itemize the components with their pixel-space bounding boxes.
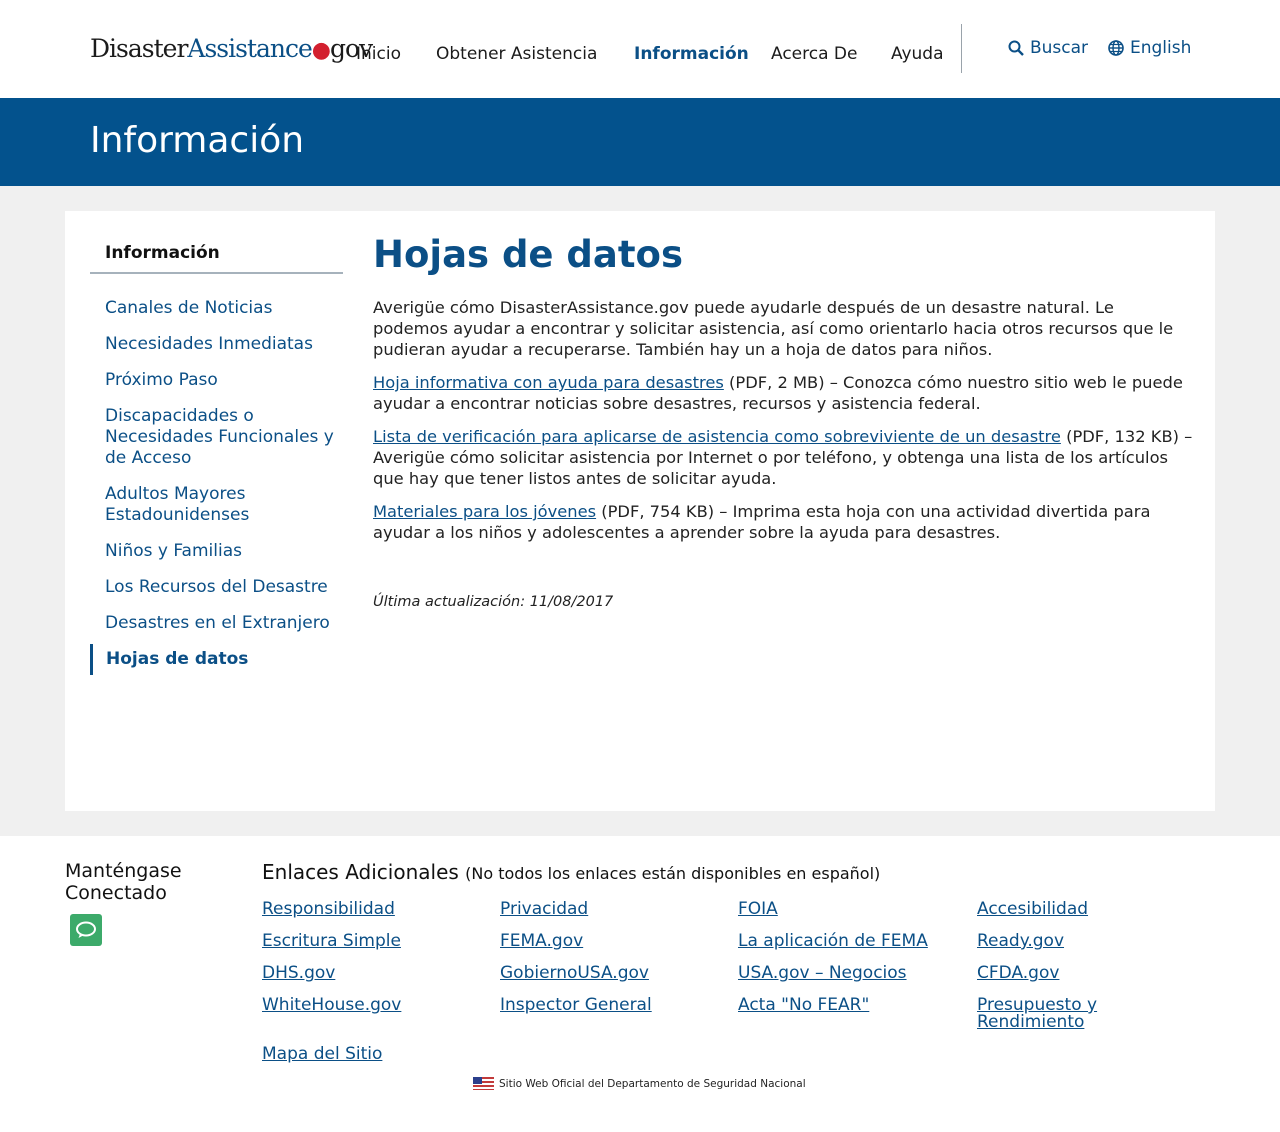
nav-informacion[interactable]: Información <box>634 44 749 64</box>
globe-icon <box>1108 40 1124 56</box>
search-button[interactable]: Buscar <box>1008 38 1088 58</box>
intro-paragraph: Averigüe cómo DisasterAssistance.gov pue… <box>373 298 1174 359</box>
footer-link-foia[interactable]: FOIA <box>738 901 938 918</box>
side-nav-item-proximo-paso[interactable]: Próximo Paso <box>105 370 335 391</box>
site-header: DisasterAssistance●gov Inicio Obtener As… <box>0 0 1280 98</box>
side-nav-item-desastres-extranjero[interactable]: Desastres en el Extranjero <box>105 613 335 634</box>
footer-link-fema-app[interactable]: La aplicación de FEMA <box>738 933 958 950</box>
side-nav-item-adultos-mayores[interactable]: Adultos Mayores Estadounidenses <box>105 484 335 526</box>
chat-button[interactable] <box>70 914 102 946</box>
footer-link-inspector-general[interactable]: Inspector General <box>500 997 700 1014</box>
youth-materials-link[interactable]: Materiales para los jóvenes <box>373 502 596 521</box>
footer-link-ready[interactable]: Ready.gov <box>977 933 1177 950</box>
nav-inicio[interactable]: Inicio <box>356 44 401 64</box>
footer-link-dhs[interactable]: DHS.gov <box>262 965 462 982</box>
youth-materials-item: Materiales para los jóvenes (PDF, 754 KB… <box>373 501 1193 543</box>
footer-link-privacidad[interactable]: Privacidad <box>500 901 700 918</box>
side-nav-item-discapacidades[interactable]: Discapacidades o Necesidades Funcionales… <box>105 406 335 469</box>
footer-link-whitehouse[interactable]: WhiteHouse.gov <box>262 997 462 1014</box>
fact-sheet-item: Hoja informativa con ayuda para desastre… <box>373 372 1193 414</box>
footer-link-usa-negocios[interactable]: USA.gov – Negocios <box>738 965 958 982</box>
footer-link-cfda[interactable]: CFDA.gov <box>977 965 1177 982</box>
checklist-item: Lista de verificación para aplicarse de … <box>373 426 1193 489</box>
side-nav-item-recursos-del-desastre[interactable]: Los Recursos del Desastre <box>105 577 335 598</box>
language-label: English <box>1130 38 1192 58</box>
side-nav-item-necesidades-inmediatas[interactable]: Necesidades Inmediatas <box>105 334 335 355</box>
nav-ayuda[interactable]: Ayuda <box>891 44 944 64</box>
side-nav-item-hojas-de-datos[interactable]: Hojas de datos <box>90 644 320 675</box>
nav-divider <box>961 24 962 73</box>
language-toggle[interactable]: English <box>1108 38 1191 58</box>
chat-bubble-icon <box>76 921 96 938</box>
side-nav: Información Canales de Noticias Necesida… <box>90 243 343 675</box>
logo-part-2: Assistance <box>187 34 312 63</box>
nav-acerca-de[interactable]: Acerca De <box>771 44 857 64</box>
site-logo[interactable]: DisasterAssistance●gov <box>90 34 373 63</box>
stay-connected-heading: Manténgase Conectado <box>65 860 182 904</box>
page-title: Hojas de datos <box>373 233 683 276</box>
additional-links-title: Enlaces Adicionales <box>262 860 459 884</box>
footer-link-no-fear[interactable]: Acta "No FEAR" <box>738 997 938 1014</box>
side-nav-item-canales-de-noticias[interactable]: Canales de Noticias <box>105 298 335 319</box>
footer-link-fema[interactable]: FEMA.gov <box>500 933 700 950</box>
footer-link-accesibilidad[interactable]: Accesibilidad <box>977 901 1177 918</box>
side-nav-title: Información <box>90 243 343 274</box>
side-nav-item-ninos-y-familias[interactable]: Niños y Familias <box>105 541 335 562</box>
footer-link-gobiernousa[interactable]: GobiernoUSA.gov <box>500 965 700 982</box>
banner-title: Información <box>90 120 305 161</box>
main-content: Hojas de datos Averigüe cómo DisasterAss… <box>373 232 1193 610</box>
additional-links-note: (No todos los enlaces están disponibles … <box>465 864 881 883</box>
last-updated: Última actualización: 11/08/2017 <box>373 594 614 610</box>
fact-sheet-link[interactable]: Hoja informativa con ayuda para desastre… <box>373 373 724 392</box>
footer-link-mapa-del-sitio[interactable]: Mapa del Sitio <box>262 1046 462 1063</box>
checklist-link[interactable]: Lista de verificación para aplicarse de … <box>373 427 1061 446</box>
site-footer: Manténgase Conectado Enlaces Adicionales… <box>0 836 1280 1132</box>
footer-link-escritura-simple[interactable]: Escritura Simple <box>262 933 462 950</box>
footer-link-presupuesto[interactable]: Presupuesto y Rendimiento <box>977 997 1117 1031</box>
official-site-notice: Sitio Web Oficial del Departamento de Se… <box>473 1077 806 1090</box>
logo-part-1: Disaster <box>90 34 188 63</box>
search-label: Buscar <box>1030 38 1089 58</box>
footer-link-responsibilidad[interactable]: Responsibilidad <box>262 901 462 918</box>
us-flag-icon <box>473 1077 494 1090</box>
page-banner: Información <box>0 98 1280 186</box>
official-site-text: Sitio Web Oficial del Departamento de Se… <box>499 1077 806 1090</box>
additional-links-heading: Enlaces Adicionales (No todos los enlace… <box>262 860 880 884</box>
logo-dot: ● <box>311 38 331 63</box>
search-icon <box>1008 40 1024 56</box>
nav-obtener-asistencia[interactable]: Obtener Asistencia <box>436 44 597 64</box>
